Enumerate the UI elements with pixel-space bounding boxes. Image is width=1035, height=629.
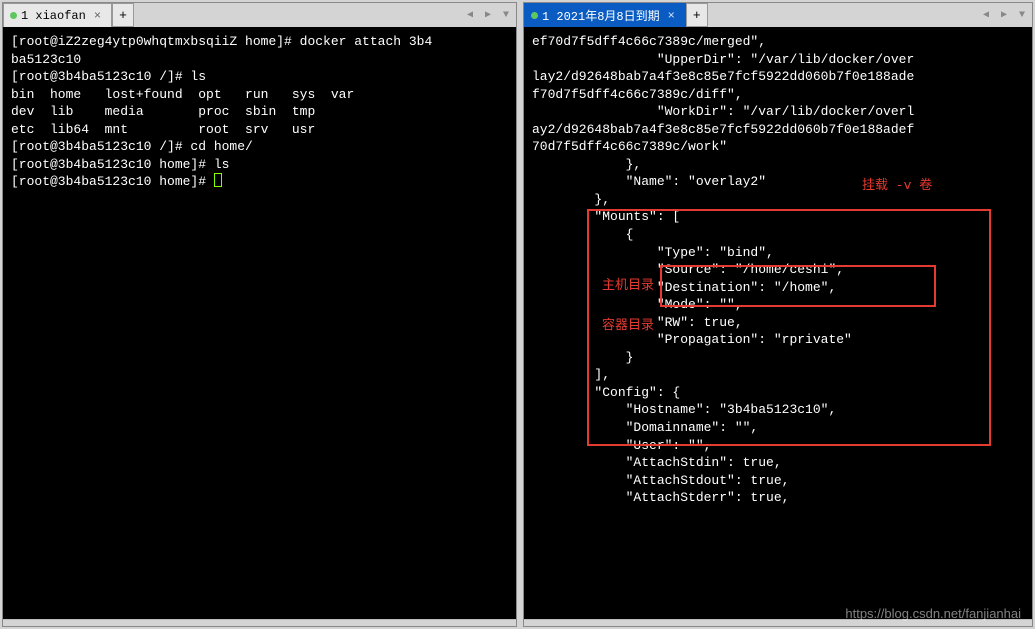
term-line: } [532, 349, 1024, 367]
term-line: lay2/d92648bab7a4f3e8c85e7fcf5922dd060b7… [532, 68, 1024, 86]
tab-label: 1 2021年8月8日到期 [542, 7, 660, 24]
tab-next-icon[interactable]: ▶ [996, 6, 1012, 24]
term-line: "Domainname": "", [532, 419, 1024, 437]
term-line: 70d7f5dff4c66c7389c/work" [532, 138, 1024, 156]
term-line: [root@3b4ba5123c10 home]# ls [11, 156, 508, 174]
cursor-icon [214, 173, 222, 187]
term-line: [root@3b4ba5123c10 home]# [11, 173, 508, 191]
term-line: "Mode": "", [532, 296, 1024, 314]
term-line: bin home lost+found opt run sys var [11, 86, 508, 104]
term-line: "Mounts": [ [532, 208, 1024, 226]
term-line: ], [532, 366, 1024, 384]
term-line: }, [532, 191, 1024, 209]
annotation-container-dir: 容器目录 [602, 317, 654, 335]
right-panel: 1 2021年8月8日到期 × + ◀ ▶ ▼ ef70d7f5dff4c66c… [523, 2, 1033, 627]
tab-xiaofan[interactable]: 1 xiaofan × [3, 3, 112, 27]
term-line: "User": "", [532, 437, 1024, 455]
add-tab-button[interactable]: + [112, 3, 134, 27]
term-line: [root@3b4ba5123c10 /]# ls [11, 68, 508, 86]
term-line: f70d7f5dff4c66c7389c/diff", [532, 86, 1024, 104]
close-icon[interactable]: × [668, 9, 675, 23]
term-line: [root@3b4ba5123c10 /]# cd home/ [11, 138, 508, 156]
status-dot-icon [531, 12, 538, 19]
prompt-text: [root@3b4ba5123c10 home]# [11, 174, 214, 189]
term-line: [root@iZ2zeg4ytp0whqtmxbsqiiZ home]# doc… [11, 33, 508, 51]
left-statusbar [3, 619, 516, 626]
status-dot-icon [10, 12, 17, 19]
term-line: "AttachStderr": true, [532, 489, 1024, 507]
right-terminal[interactable]: ef70d7f5dff4c66c7389c/merged", "UpperDir… [524, 27, 1032, 619]
term-line: ef70d7f5dff4c66c7389c/merged", [532, 33, 1024, 51]
plus-icon: + [119, 8, 127, 23]
left-tabbar: 1 xiaofan × + ◀ ▶ ▼ [3, 3, 516, 27]
tab-label: 1 xiaofan [21, 9, 86, 23]
term-line: "AttachStdin": true, [532, 454, 1024, 472]
tab-expiry[interactable]: 1 2021年8月8日到期 × [524, 3, 686, 27]
left-terminal[interactable]: [root@iZ2zeg4ytp0whqtmxbsqiiZ home]# doc… [3, 27, 516, 619]
right-tabbar: 1 2021年8月8日到期 × + ◀ ▶ ▼ [524, 3, 1032, 27]
term-line: etc lib64 mnt root srv usr [11, 121, 508, 139]
right-statusbar [524, 619, 1032, 626]
term-line: { [532, 226, 1024, 244]
left-panel: 1 xiaofan × + ◀ ▶ ▼ [root@iZ2zeg4ytp0whq… [2, 2, 517, 627]
term-line: "WorkDir": "/var/lib/docker/overl [532, 103, 1024, 121]
close-icon[interactable]: × [94, 9, 101, 23]
term-line: "AttachStdout": true, [532, 472, 1024, 490]
tab-nav-left: ◀ ▶ ▼ [462, 3, 514, 27]
plus-icon: + [693, 8, 701, 23]
term-line: "Config": { [532, 384, 1024, 402]
term-line: dev lib media proc sbin tmp [11, 103, 508, 121]
term-line: "UpperDir": "/var/lib/docker/over [532, 51, 1024, 69]
tab-menu-icon[interactable]: ▼ [1014, 6, 1030, 24]
term-line: "Name": "overlay2" [532, 173, 1024, 191]
tab-next-icon[interactable]: ▶ [480, 6, 496, 24]
term-line: ay2/d92648bab7a4f3e8c85e7fcf5922dd060b7f… [532, 121, 1024, 139]
tab-nav-right: ◀ ▶ ▼ [978, 3, 1030, 27]
annotation-host-dir: 主机目录 [602, 277, 654, 295]
annotation-mount: 挂载 -v 卷 [862, 177, 932, 195]
term-line: "Type": "bind", [532, 244, 1024, 262]
term-line: ba5123c10 [11, 51, 508, 69]
tab-prev-icon[interactable]: ◀ [978, 6, 994, 24]
add-tab-button[interactable]: + [686, 3, 708, 27]
tab-menu-icon[interactable]: ▼ [498, 6, 514, 24]
term-line: "Hostname": "3b4ba5123c10", [532, 401, 1024, 419]
term-line: }, [532, 156, 1024, 174]
tab-prev-icon[interactable]: ◀ [462, 6, 478, 24]
